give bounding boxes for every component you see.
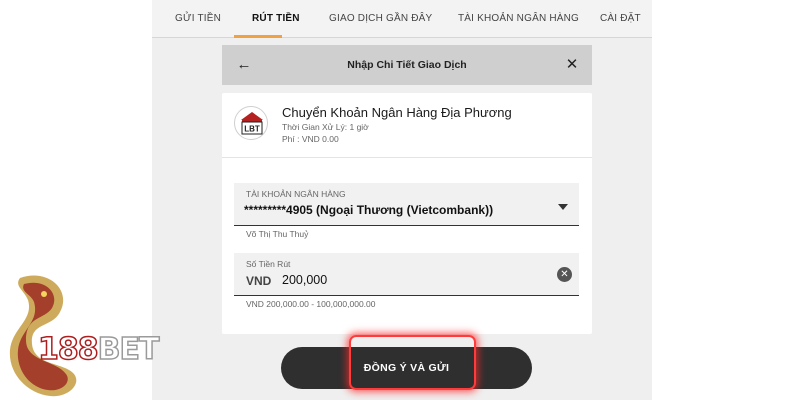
account-holder-name: Võ Thị Thu Thuỷ <box>246 229 309 239</box>
amount-value[interactable]: 200,000 <box>282 273 327 287</box>
brand-number: 188 <box>37 331 99 368</box>
brand-word: BET <box>97 331 160 368</box>
amount-range-hint: VND 200,000.00 - 100,000,000.00 <box>246 299 376 309</box>
close-icon[interactable]: ✕ <box>562 55 582 75</box>
tab-bank-accounts[interactable]: TÀI KHOẢN NGÂN HÀNG <box>458 0 579 38</box>
tab-deposit[interactable]: GỬI TIỀN <box>175 0 221 38</box>
caret-down-icon <box>558 204 568 210</box>
bank-account-value: *********4905 (Ngoại Thương (Vietcombank… <box>244 203 494 217</box>
tab-withdraw[interactable]: RÚT TIỀN <box>252 0 300 38</box>
amount-label: Số Tiền Rút <box>246 259 291 269</box>
clear-icon[interactable]: ✕ <box>557 267 572 282</box>
modal-title: Nhập Chi Tiết Giao Dịch <box>347 59 467 71</box>
fee-text: Phí : VND 0.00 <box>282 134 339 144</box>
tab-recent-transactions[interactable]: GIAO DỊCH GẦN ĐÂY <box>329 0 432 38</box>
withdraw-amount-input[interactable]: Số Tiền Rút VND 200,000 ✕ <box>234 253 579 296</box>
bank-logo-text: LBT <box>244 125 260 134</box>
currency-prefix: VND <box>246 274 272 288</box>
submit-highlight-box <box>349 335 476 390</box>
bank-account-select[interactable]: TÀI KHOẢN NGÂN HÀNG *********4905 (Ngoại… <box>234 183 579 226</box>
active-tab-indicator <box>234 35 282 38</box>
brand-logo-text: 188BET <box>37 331 160 368</box>
processing-time: Thời Gian Xử Lý: 1 giờ <box>282 122 369 132</box>
right-margin <box>652 0 800 400</box>
tab-settings[interactable]: CÀI ĐẶT <box>600 0 641 38</box>
modal-header: ← Nhập Chi Tiết Giao Dịch ✕ <box>222 45 592 85</box>
bank-logo-icon: LBT <box>234 106 268 140</box>
bank-account-label: TÀI KHOẢN NGÂN HÀNG <box>246 189 346 199</box>
divider <box>222 157 592 158</box>
bank-method-name: Chuyển Khoản Ngân Hàng Địa Phương <box>282 105 512 120</box>
